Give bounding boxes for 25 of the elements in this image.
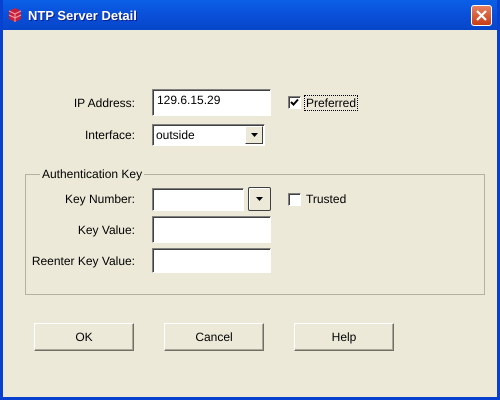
close-button[interactable] [471,4,492,26]
checkbox-label: Preferred [304,94,358,110]
field-label: Interface: [84,128,135,142]
reenter-key-value-field[interactable] [152,248,271,273]
cancel-button[interactable]: Cancel [164,323,264,351]
field-label: Key Number: [64,192,135,206]
checkbox[interactable] [288,96,301,109]
checkbox-label: Trusted [305,191,348,207]
caret-icon [250,133,258,137]
window-title: NTP Server Detail [28,8,138,22]
group-title: Authentication Key [41,167,144,181]
close-icon [476,10,487,20]
field-label: IP Address: [72,96,135,110]
ok-button[interactable]: OK [34,323,134,351]
key-number-field[interactable] [152,188,244,210]
field-label: Key Value: [76,222,135,236]
field-label: Reenter Key Value: [30,254,135,268]
interface-dropdown[interactable]: outside [152,124,265,146]
dropdown-button[interactable] [248,187,271,211]
ip-address-field[interactable]: 129.6.15.29 [152,89,271,116]
key-value-field[interactable] [152,216,271,243]
caret-icon [256,197,263,201]
checkbox[interactable] [288,192,301,206]
firewall-icon [7,7,23,23]
help-button[interactable]: Help [294,323,394,351]
